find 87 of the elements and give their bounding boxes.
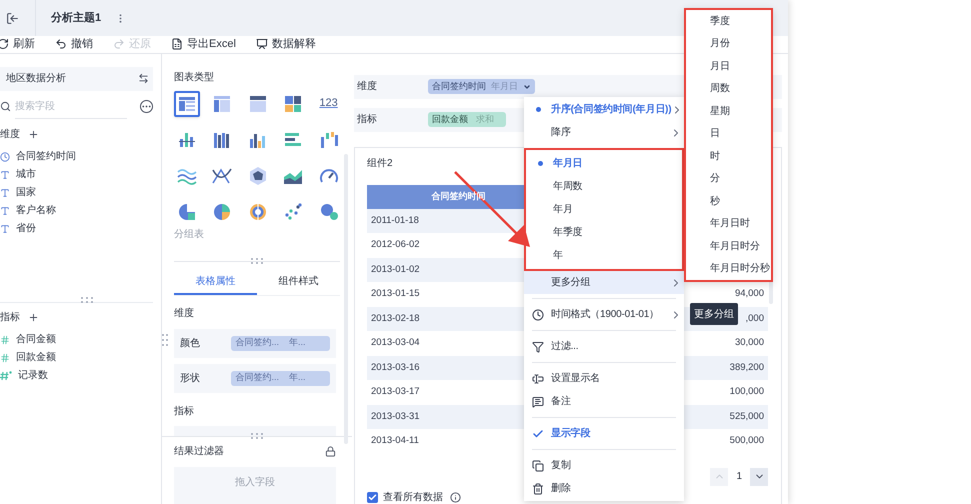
menu-item[interactable]: 秒 xyxy=(686,190,771,212)
page-number: 1 xyxy=(736,470,742,484)
drop-hint: 拖入字段 xyxy=(235,476,275,490)
menu-item[interactable]: 年月日时分 xyxy=(686,235,771,258)
chart-type-button[interactable]: 123 xyxy=(316,90,342,116)
table-cell: 2013-03-16 xyxy=(371,360,420,375)
table-cell: 2013-01-15 xyxy=(371,287,420,302)
dimension-chip[interactable]: 合同签约时间 年月日 xyxy=(428,79,535,94)
panel-title: 图表类型 xyxy=(174,70,215,84)
toolbar-button[interactable]: 撤销 xyxy=(55,36,93,52)
panel-title: 结果过滤器 xyxy=(174,444,224,458)
chart-type-name: 分组表 xyxy=(174,228,205,242)
field-item[interactable]: 记录数 xyxy=(18,368,48,383)
menu-item[interactable]: 年 xyxy=(526,244,682,267)
menu-item[interactable]: 复制 xyxy=(524,454,684,477)
menu-item[interactable]: 显示字段 xyxy=(524,422,684,445)
table-cell: 2013-04-11 xyxy=(371,434,419,448)
chip-field: 合同签约... xyxy=(235,371,279,385)
search-field[interactable]: 搜索字段 xyxy=(15,94,127,118)
table-cell: 94,000 xyxy=(734,287,764,302)
field-item[interactable]: 国家 xyxy=(16,185,36,200)
property-label: 形状 xyxy=(180,372,201,386)
field-item[interactable]: 合同签约时间 xyxy=(16,149,76,164)
table-cell: 2011-01-18 xyxy=(371,214,419,228)
table-cell: 500,000 xyxy=(730,434,764,448)
chip-field: 合同签约... xyxy=(235,336,279,350)
widget-title: 组件2 xyxy=(367,156,393,170)
measure-chip[interactable]: 回款金额 求和 xyxy=(428,112,506,127)
section-title: 维度 xyxy=(0,128,20,142)
menu-item[interactable]: 年月 xyxy=(526,198,682,221)
menu-item[interactable]: 季度 xyxy=(686,10,771,32)
chip-grouping: 年月日 xyxy=(491,80,518,93)
menu-item[interactable]: 年月日 xyxy=(526,152,682,175)
topic-tab[interactable]: 分析主题1 xyxy=(51,10,102,26)
table-cell: 2013-03-04 xyxy=(371,336,420,350)
menu-item[interactable]: 时 xyxy=(686,145,771,168)
menu-item[interactable]: 降序 xyxy=(524,121,684,144)
table-cell: 30,000 xyxy=(734,336,764,350)
menu-item[interactable]: 设置显示名 xyxy=(524,367,684,390)
section-title: 指标 xyxy=(0,310,20,324)
table-cell: 2013-01-02 xyxy=(371,262,420,277)
field-item[interactable]: 省份 xyxy=(16,221,36,236)
menu-item[interactable]: 月份 xyxy=(686,32,771,55)
menu-item[interactable]: 星期 xyxy=(686,100,771,122)
menu-item[interactable]: 年月日时 xyxy=(686,212,771,235)
table-cell: 100,000 xyxy=(730,385,764,400)
section-title: 指标 xyxy=(174,404,195,418)
menu-item[interactable]: 年季度 xyxy=(526,221,682,244)
tab[interactable]: 表格属性 xyxy=(174,270,257,294)
number-card-icon: 123 xyxy=(319,98,338,109)
toolbar-button[interactable]: 数据解释 xyxy=(256,36,316,52)
field-item[interactable]: 客户名称 xyxy=(16,203,56,218)
menu-item[interactable]: 年周数 xyxy=(526,175,682,198)
menu-item[interactable]: 周数 xyxy=(686,78,771,100)
field-item[interactable]: 合同金额 xyxy=(16,332,56,347)
tab[interactable]: 组件样式 xyxy=(257,270,340,294)
menu-item[interactable]: 时间格式（1900-01-01） xyxy=(524,303,684,326)
checkbox-label: 查看所有数据 xyxy=(383,490,443,504)
table-cell: 2013-03-31 xyxy=(371,410,420,424)
section-title: 维度 xyxy=(174,306,195,320)
tooltip: 更多分组 xyxy=(690,303,738,325)
menu-item[interactable]: 删除 xyxy=(524,477,684,500)
chip-grouping: 年... xyxy=(288,336,306,350)
shelf-label: 维度 xyxy=(356,80,378,94)
toolbar-button[interactable]: 刷新 xyxy=(0,36,35,52)
menu-item[interactable]: 月日 xyxy=(686,55,771,78)
table-cell: ,000 xyxy=(746,312,764,326)
menu-item[interactable]: 更多分组 xyxy=(524,271,684,294)
table-cell: 2013-03-17 xyxy=(371,385,420,400)
dataset-title: 地区数据分析 xyxy=(6,72,66,86)
menu-item[interactable]: 备注 xyxy=(524,390,684,413)
menu-item[interactable]: 年月日时分秒 xyxy=(686,258,771,280)
table-cell: 2012-06-02 xyxy=(371,238,420,252)
menu-item[interactable]: 分 xyxy=(686,168,771,190)
chip-grouping: 年... xyxy=(288,371,306,384)
menu-item[interactable]: 日 xyxy=(686,122,771,145)
table-cell: 2013-02-18 xyxy=(371,312,420,326)
menu-item[interactable]: 过滤... xyxy=(524,335,684,358)
field-item[interactable]: 城市 xyxy=(16,167,36,182)
menu-item[interactable]: 升序(合同签约时间(年月日)) xyxy=(524,98,684,121)
table-cell: 389,200 xyxy=(730,360,764,375)
table-cell: 525,000 xyxy=(730,410,764,424)
property-label: 颜色 xyxy=(180,336,201,350)
chip-aggregation: 求和 xyxy=(476,112,494,126)
toolbar-button[interactable]: 导出Excel xyxy=(171,36,236,52)
shelf-label: 指标 xyxy=(356,112,378,127)
field-item[interactable]: 回款金额 xyxy=(16,350,56,365)
